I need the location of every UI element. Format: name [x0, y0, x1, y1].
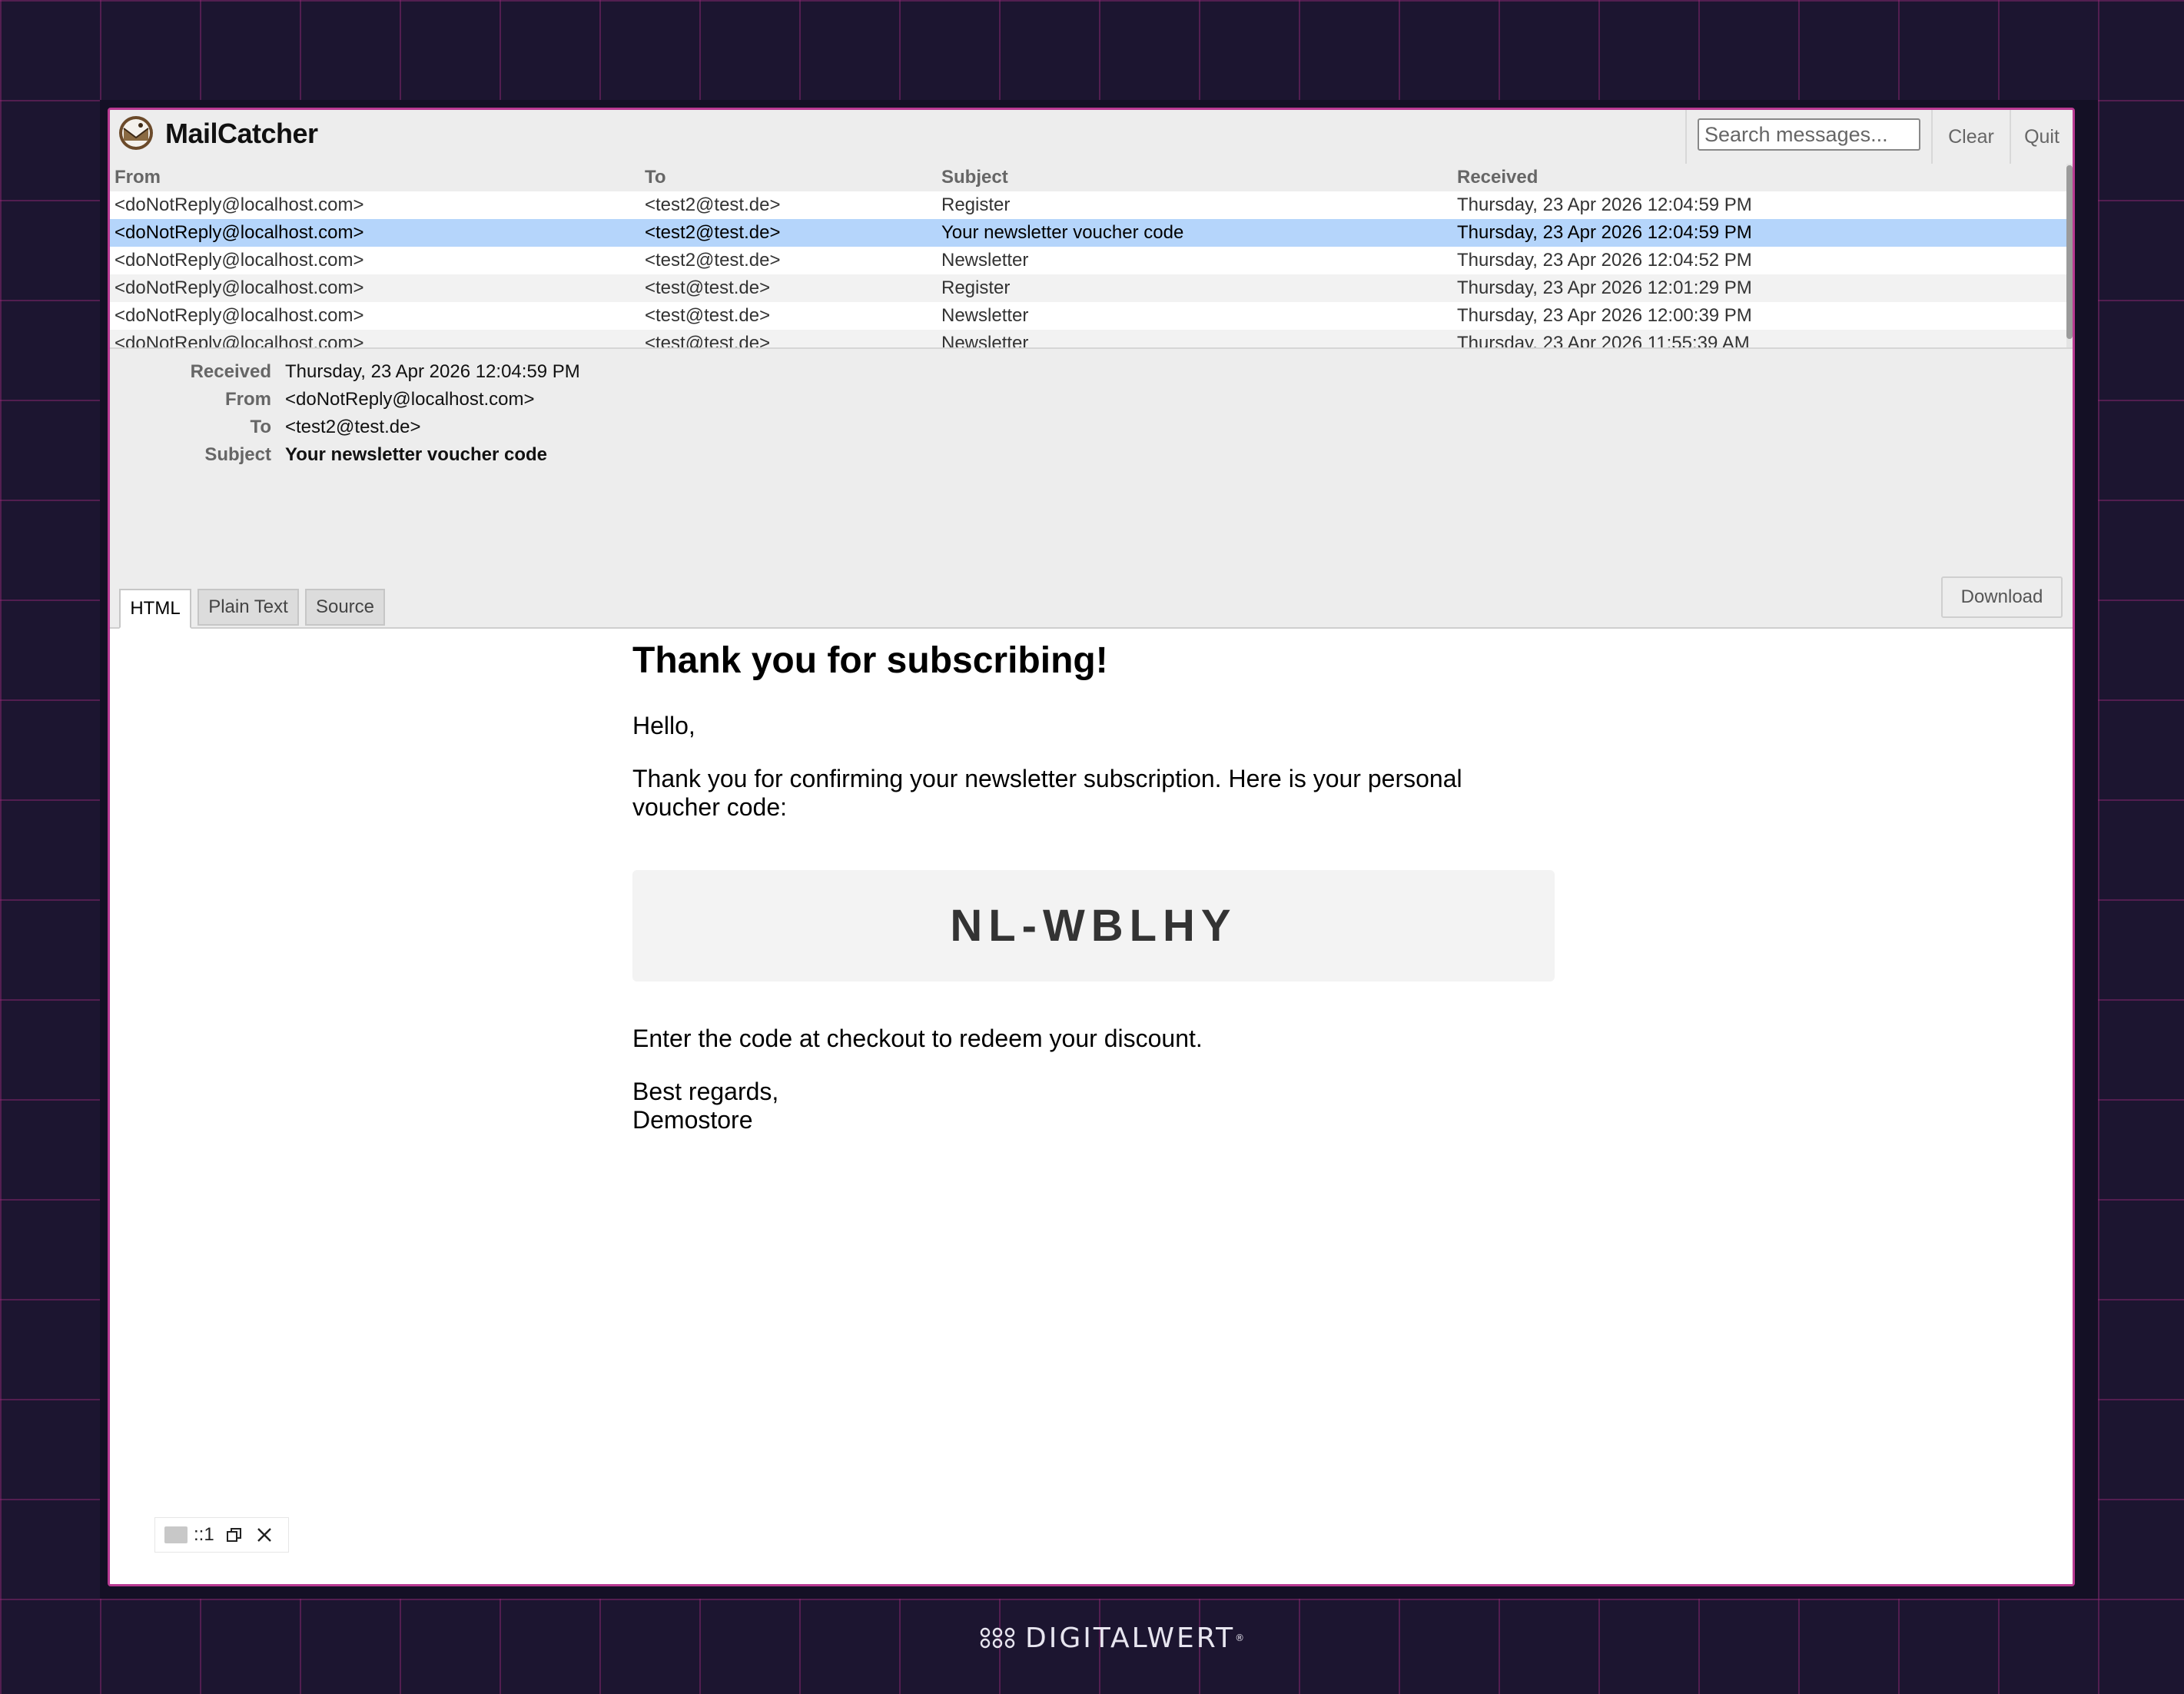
row-to: <test@test.de>: [645, 333, 771, 349]
column-header-to[interactable]: To: [645, 167, 666, 188]
column-header-from[interactable]: From: [115, 167, 161, 188]
app-title: MailCatcher: [165, 118, 318, 149]
email-closing: Best regards,: [632, 1078, 779, 1105]
from-value: <doNotReply@localhost.com>: [285, 389, 535, 410]
email-heading: Thank you for subscribing!: [632, 640, 1108, 681]
image-icon: [164, 1526, 188, 1543]
row-from: <doNotReply@localhost.com>: [115, 222, 364, 243]
search-container: [1685, 110, 1931, 164]
quit-button[interactable]: Quit: [2010, 110, 2073, 164]
message-body: Thank you for subscribing! Hello, Thank …: [110, 629, 2073, 1584]
close-icon[interactable]: [256, 1526, 273, 1543]
row-to: <test@test.de>: [645, 277, 771, 298]
email-intro-line1: Thank you for confirming your newsletter…: [632, 765, 1462, 792]
clear-button[interactable]: Clear: [1931, 110, 2010, 164]
row-from: <doNotReply@localhost.com>: [115, 305, 364, 326]
mailcatcher-logo-icon: [119, 116, 153, 150]
table-row-selected[interactable]: <doNotReply@localhost.com> <test2@test.d…: [110, 219, 2069, 247]
tab-plain-text[interactable]: Plain Text: [197, 589, 299, 626]
email-signature: Demostore: [632, 1106, 753, 1134]
mailcatcher-window: MailCatcher Clear Quit From To Subject R…: [108, 108, 2075, 1586]
search-input[interactable]: [1698, 118, 1920, 151]
row-to: <test2@test.de>: [645, 194, 781, 215]
message-list-header: From To Subject Received: [110, 164, 2069, 191]
zoom-text: ::1: [194, 1524, 214, 1545]
row-to: <test2@test.de>: [645, 250, 781, 271]
row-subject: Newsletter: [941, 333, 1029, 349]
email-intro-line2: voucher code:: [632, 793, 788, 821]
row-received: Thursday, 23 Apr 2026 12:04:52 PM: [1457, 250, 1752, 271]
brand-registered-mark: ®: [1235, 1633, 1247, 1643]
brand-logo-icon: [980, 1627, 1015, 1649]
row-received: Thursday, 23 Apr 2026 12:00:39 PM: [1457, 305, 1752, 326]
row-from: <doNotReply@localhost.com>: [115, 194, 364, 215]
message-metadata: Received Thursday, 23 Apr 2026 12:04:59 …: [110, 349, 2073, 629]
table-row[interactable]: <doNotReply@localhost.com> <test2@test.d…: [110, 191, 2069, 219]
restore-window-icon[interactable]: [225, 1526, 244, 1544]
table-row[interactable]: <doNotReply@localhost.com> <test@test.de…: [110, 302, 2069, 330]
subject-value: Your newsletter voucher code: [285, 444, 547, 465]
footer-brand: DIGITALWERT ®: [979, 1619, 1246, 1657]
table-row[interactable]: <doNotReply@localhost.com> <test@test.de…: [110, 274, 2069, 302]
tab-source[interactable]: Source: [305, 589, 385, 626]
to-label: To: [250, 417, 271, 437]
row-subject: Register: [941, 194, 1011, 215]
email-greeting: Hello,: [632, 712, 695, 739]
row-to: <test2@test.de>: [645, 222, 781, 243]
row-subject: Newsletter: [941, 250, 1029, 271]
row-to: <test@test.de>: [645, 305, 771, 326]
download-button[interactable]: Download: [1941, 576, 2063, 618]
brand-name: DIGITALWERT: [1025, 1622, 1236, 1654]
message-list-scrollbar-thumb[interactable]: [2066, 165, 2073, 339]
row-from: <doNotReply@localhost.com>: [115, 250, 364, 271]
received-label: Received: [190, 361, 271, 382]
column-header-subject[interactable]: Subject: [941, 167, 1008, 188]
received-value: Thursday, 23 Apr 2026 12:04:59 PM: [285, 361, 580, 382]
voucher-code-box: NL-WBLHY: [632, 870, 1555, 982]
row-subject: Newsletter: [941, 305, 1029, 326]
row-from: <doNotReply@localhost.com>: [115, 333, 364, 349]
message-list: From To Subject Received <doNotReply@loc…: [110, 164, 2073, 349]
email-instruction: Enter the code at checkout to redeem you…: [632, 1025, 1203, 1052]
subject-label: Subject: [204, 444, 271, 465]
row-from: <doNotReply@localhost.com>: [115, 277, 364, 298]
to-value: <test2@test.de>: [285, 417, 421, 437]
row-received: Thursday, 23 Apr 2026 12:04:59 PM: [1457, 222, 1752, 243]
row-received: Thursday, 23 Apr 2026 12:04:59 PM: [1457, 194, 1752, 215]
row-subject: Register: [941, 277, 1011, 298]
table-row[interactable]: <doNotReply@localhost.com> <test@test.de…: [110, 330, 2069, 349]
app-header: MailCatcher Clear Quit: [110, 110, 2073, 164]
from-label: From: [225, 389, 271, 410]
tab-html[interactable]: HTML: [119, 589, 191, 629]
table-row[interactable]: <doNotReply@localhost.com> <test2@test.d…: [110, 247, 2069, 274]
column-header-received[interactable]: Received: [1457, 167, 1538, 188]
row-subject: Your newsletter voucher code: [941, 222, 1184, 243]
row-received: Thursday, 23 Apr 2026 12:01:29 PM: [1457, 277, 1752, 298]
floating-widget: ::1: [154, 1517, 289, 1553]
row-received: Thursday, 23 Apr 2026 11:55:39 AM: [1457, 333, 1750, 349]
